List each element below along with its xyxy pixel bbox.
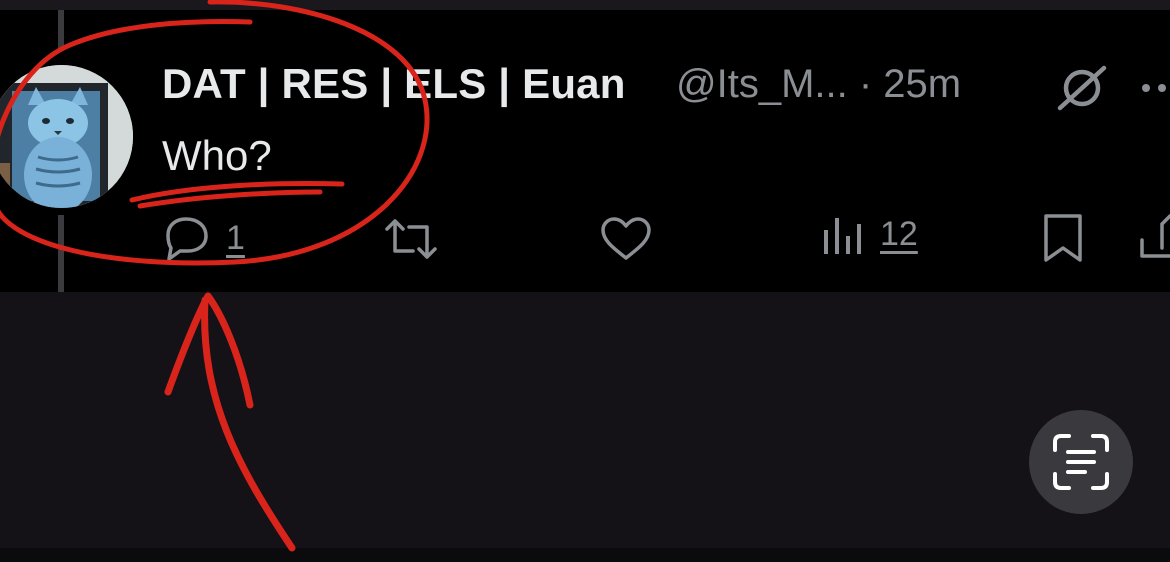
retweet-icon: [385, 219, 437, 259]
tweet-text: Who?: [162, 132, 272, 179]
display-name[interactable]: DAT | RES | ELS | Euan: [162, 60, 626, 108]
heart-icon: [601, 217, 651, 260]
share-button[interactable]: [1140, 210, 1170, 262]
bottom-strip: [0, 548, 1170, 562]
handle-and-time[interactable]: @Its_M... · 25m: [676, 62, 961, 107]
grok-icon[interactable]: [1054, 62, 1110, 114]
view-count: 12: [880, 214, 918, 253]
bookmark-icon: [1044, 214, 1082, 262]
more-icon[interactable]: [1140, 78, 1170, 98]
tweet[interactable]: DAT | RES | ELS | Euan @Its_M... · 25m W…: [0, 10, 1170, 292]
thread-line-top: [58, 10, 64, 50]
reply-button[interactable]: 1: [160, 215, 245, 261]
views-icon: [824, 218, 861, 254]
text-scan-icon: [1053, 434, 1109, 490]
bookmark-button[interactable]: [1040, 212, 1086, 264]
views-button[interactable]: 12: [822, 212, 918, 256]
text-scan-button[interactable]: [1029, 410, 1133, 514]
annotation-arrow: [164, 292, 296, 552]
reply-icon: [166, 217, 208, 261]
cat-avatar-image: [0, 65, 133, 208]
retweet-button[interactable]: [383, 217, 439, 261]
avatar[interactable]: [0, 65, 133, 208]
top-strip: [0, 0, 1170, 10]
thread-line-bottom: [58, 215, 64, 292]
like-button[interactable]: [598, 216, 654, 262]
share-icon: [1140, 214, 1170, 258]
reply-count: 1: [226, 218, 245, 257]
